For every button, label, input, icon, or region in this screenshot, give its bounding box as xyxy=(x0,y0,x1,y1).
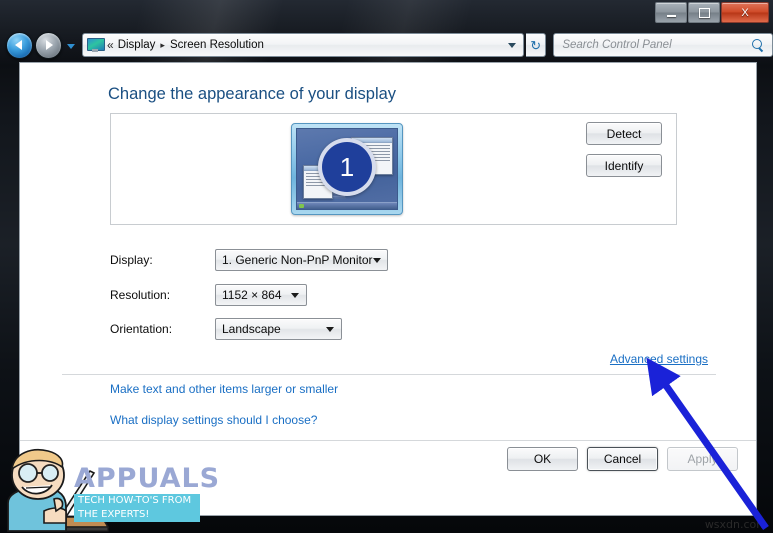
address-chevron-down-icon[interactable] xyxy=(508,42,516,48)
arrow-right-icon xyxy=(46,40,53,50)
source-watermark: wsxdn.com xyxy=(704,518,767,531)
section-divider-top xyxy=(62,374,716,375)
display-label: Display: xyxy=(110,253,153,267)
chevron-down-icon xyxy=(291,292,299,298)
detect-button[interactable]: Detect xyxy=(586,122,662,145)
display-monitor-icon xyxy=(87,37,105,53)
close-button[interactable]: X xyxy=(721,2,769,23)
resolution-row: Resolution: 1152 × 864 xyxy=(110,284,307,306)
display-row: Display: 1. Generic Non-PnP Monitor xyxy=(110,249,388,271)
nav-button-group xyxy=(6,31,75,59)
ok-button[interactable]: OK xyxy=(507,447,578,471)
desktop-taskbar-graphic xyxy=(297,202,397,209)
display-dropdown-value: 1. Generic Non-PnP Monitor xyxy=(222,253,373,267)
breadcrumb-separator-icon[interactable]: ▸ xyxy=(160,40,165,51)
breadcrumb-display[interactable]: Display xyxy=(118,39,156,51)
navigation-bar: « Display ▸ Screen Resolution ↻ Search C… xyxy=(0,30,773,60)
identify-button[interactable]: Identify xyxy=(586,154,662,177)
recent-pages-chevron-down-icon[interactable] xyxy=(67,44,75,49)
monitor-preview-panel: 1 Detect Identify xyxy=(110,113,677,225)
monitor-screen: 1 xyxy=(296,128,398,210)
orientation-row: Orientation: Landscape xyxy=(110,318,342,340)
page-title: Change the appearance of your display xyxy=(108,85,397,103)
search-icon[interactable] xyxy=(752,38,765,52)
start-button-graphic xyxy=(299,204,304,208)
screenshot-root: X « Display ▸ Screen Resolution ↻ Search… xyxy=(0,0,773,533)
orientation-dropdown-value: Landscape xyxy=(222,322,281,336)
back-button[interactable] xyxy=(6,31,33,59)
preview-side-buttons: Detect Identify xyxy=(586,122,662,177)
close-icon: X xyxy=(741,6,749,19)
make-text-larger-link[interactable]: Make text and other items larger or smal… xyxy=(110,382,338,396)
search-placeholder: Search Control Panel xyxy=(562,39,672,51)
maximize-button[interactable] xyxy=(688,2,720,23)
minimize-button[interactable] xyxy=(655,2,687,23)
section-divider-bottom xyxy=(20,440,756,441)
what-display-settings-link[interactable]: What display settings should I choose? xyxy=(110,413,317,427)
window-frame: X « Display ▸ Screen Resolution ↻ Search… xyxy=(0,0,773,533)
monitor-number-badge: 1 xyxy=(318,138,376,197)
address-bar[interactable]: « Display ▸ Screen Resolution xyxy=(82,33,524,57)
arrow-left-icon xyxy=(15,40,22,50)
breadcrumb-overflow-icon[interactable]: « xyxy=(107,39,114,51)
forward-button[interactable] xyxy=(35,31,62,59)
window-caption-buttons: X xyxy=(654,2,769,23)
monitor-preview[interactable]: 1 xyxy=(291,123,403,215)
refresh-button[interactable]: ↻ xyxy=(526,33,547,57)
search-input[interactable]: Search Control Panel xyxy=(553,33,773,57)
cancel-button[interactable]: Cancel xyxy=(587,447,658,471)
apply-button: Apply xyxy=(667,447,738,471)
chevron-down-icon xyxy=(326,326,334,332)
resolution-dropdown[interactable]: 1152 × 864 xyxy=(215,284,307,306)
chevron-down-icon xyxy=(372,257,381,263)
minimize-icon xyxy=(656,3,686,22)
breadcrumb-screen-resolution[interactable]: Screen Resolution xyxy=(170,39,264,51)
orientation-label: Orientation: xyxy=(110,322,173,336)
orientation-dropdown[interactable]: Landscape xyxy=(215,318,342,340)
advanced-settings-link[interactable]: Advanced settings xyxy=(610,352,708,366)
dialog-content: Change the appearance of your display 1 … xyxy=(19,62,757,516)
resolution-label: Resolution: xyxy=(110,288,171,302)
dialog-footer-buttons: OK Cancel Apply xyxy=(507,447,738,471)
maximize-icon xyxy=(689,3,719,22)
display-dropdown[interactable]: 1. Generic Non-PnP Monitor xyxy=(215,249,388,271)
resolution-dropdown-value: 1152 × 864 xyxy=(222,288,282,302)
